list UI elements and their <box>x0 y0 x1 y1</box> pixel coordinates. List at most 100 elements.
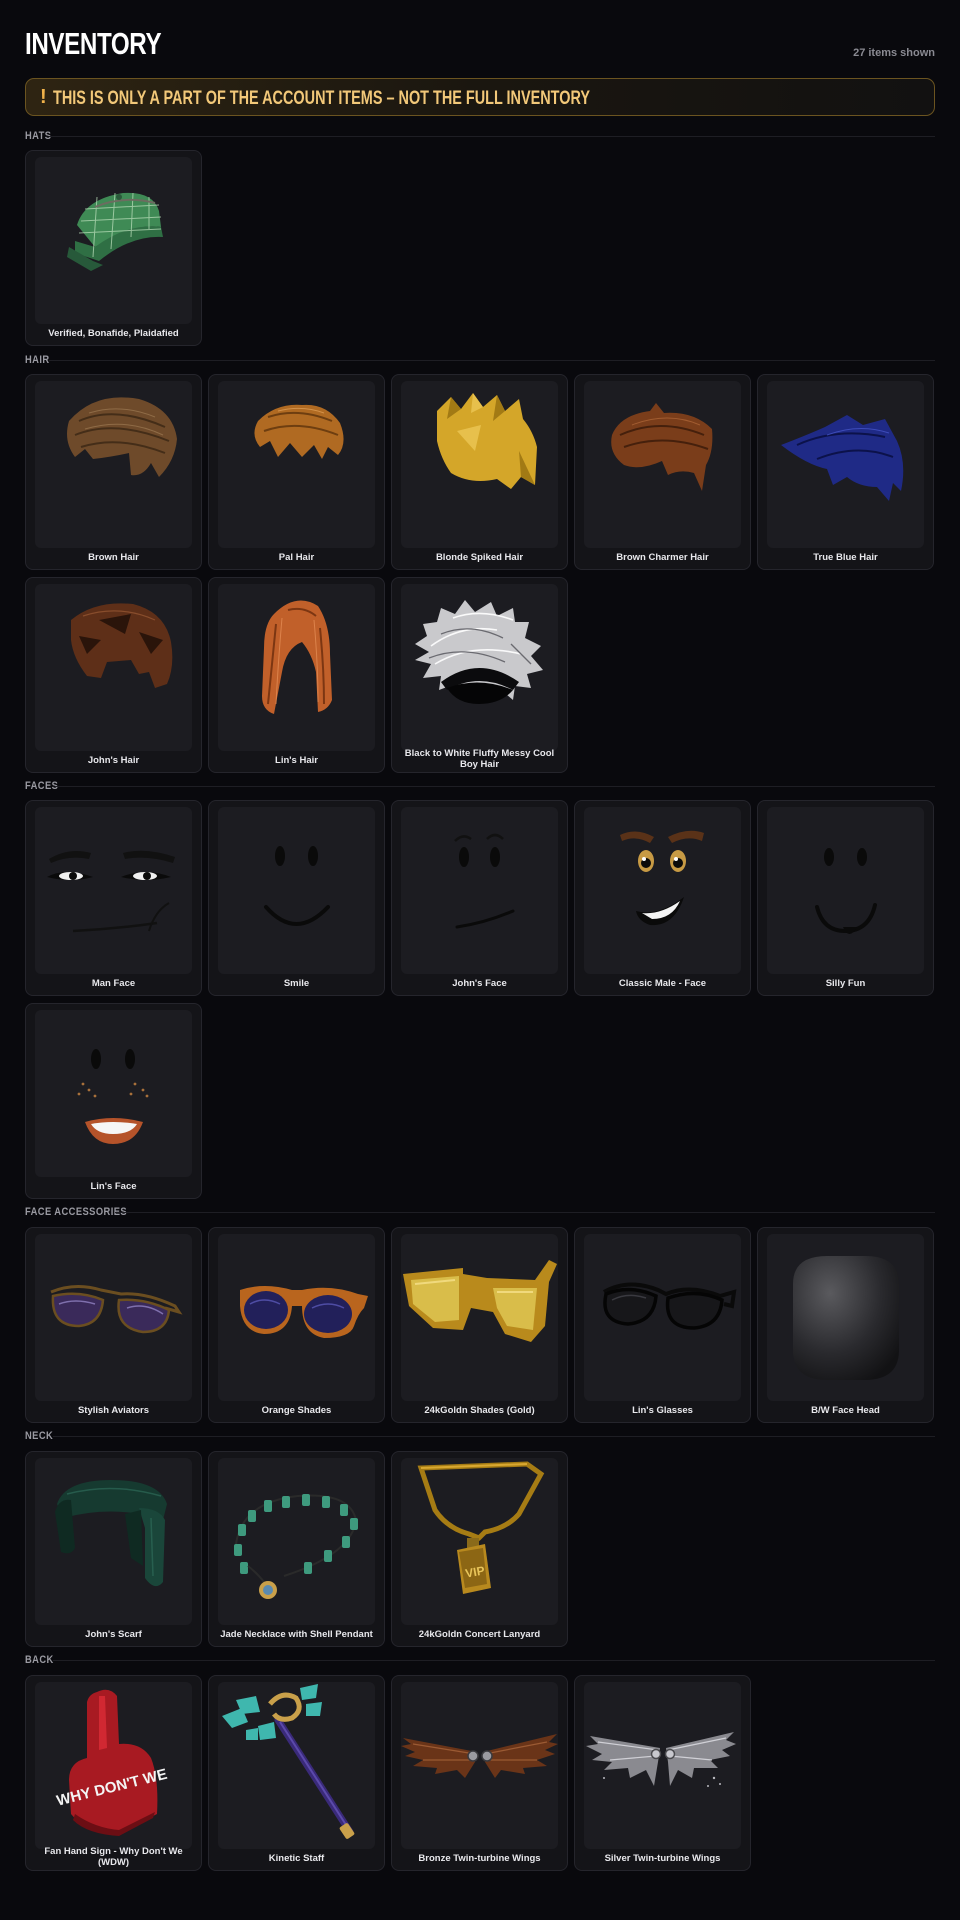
section-label-hats: HATS <box>25 130 52 142</box>
item-name: Orange Shades <box>261 1405 332 1416</box>
item-name: Pal Hair <box>278 552 315 563</box>
section-label-hair: HAIR <box>25 354 50 366</box>
item-card[interactable]: Stylish Aviators <box>25 1227 202 1423</box>
item-thumbnail <box>584 1682 741 1849</box>
section-divider <box>55 786 935 787</box>
item-name: Stylish Aviators <box>77 1405 150 1416</box>
item-card[interactable]: John's Scarf <box>25 1451 202 1647</box>
item-card[interactable]: Classic Male - Face <box>574 800 751 996</box>
warning-text: THIS IS ONLY A PART OF THE ACCOUNT ITEMS… <box>53 88 590 109</box>
item-thumbnail <box>218 807 375 974</box>
item-card[interactable]: Brown Charmer Hair <box>574 374 751 570</box>
item-thumbnail <box>218 584 375 751</box>
item-name: Verified, Bonafide, Plaidafied <box>48 328 179 339</box>
item-thumbnail <box>767 381 924 548</box>
man-face-icon <box>47 850 175 933</box>
section-label-back: BACK <box>25 1654 54 1666</box>
item-thumbnail <box>35 1010 192 1177</box>
item-card[interactable]: Silver Twin-turbine Wings <box>574 1675 751 1871</box>
item-card[interactable]: Verified, Bonafide, Plaidafied <box>25 150 202 346</box>
item-name: Silly Fun <box>825 978 866 989</box>
item-thumbnail <box>767 1234 924 1401</box>
item-thumbnail <box>218 1458 375 1625</box>
item-name: Kinetic Staff <box>268 1853 325 1864</box>
lins-hair-icon <box>262 600 332 714</box>
kinetic-staff-icon <box>222 1684 355 1839</box>
johns-face-icon <box>454 833 515 929</box>
brown-charmer-hair-icon <box>611 403 713 491</box>
item-name: Lin's Hair <box>275 755 318 766</box>
item-card[interactable]: Kinetic Staff <box>208 1675 385 1871</box>
item-card[interactable]: Smile <box>208 800 385 996</box>
fluffy-messy-hair-icon <box>415 600 543 704</box>
item-thumbnail <box>218 381 375 548</box>
true-blue-hair-icon <box>781 415 904 501</box>
item-thumbnail <box>401 807 558 974</box>
section-label-face-accessories: FACE ACCESSORIES <box>25 1206 128 1218</box>
item-name: John's Hair <box>87 755 140 766</box>
item-card[interactable]: Lin's Glasses <box>574 1227 751 1423</box>
item-thumbnail <box>584 1234 741 1401</box>
classic-male-face-icon <box>620 830 704 926</box>
silver-wings-icon <box>586 1732 736 1787</box>
section-divider <box>49 136 935 137</box>
section-divider <box>53 1660 935 1661</box>
item-thumbnail <box>35 807 192 974</box>
orange-shades-icon <box>240 1286 368 1338</box>
item-card[interactable]: Pal Hair <box>208 374 385 570</box>
item-card[interactable]: Silly Fun <box>757 800 934 996</box>
item-card[interactable]: Man Face <box>25 800 202 996</box>
item-name: Lin's Face <box>90 1181 137 1192</box>
item-card[interactable]: John's Hair <box>25 577 202 773</box>
item-thumbnail <box>35 1234 192 1401</box>
item-thumbnail <box>35 1458 192 1625</box>
gold-shades-icon <box>403 1260 557 1342</box>
item-thumbnail <box>584 381 741 548</box>
item-card[interactable]: Jade Necklace with Shell Pendant <box>208 1451 385 1647</box>
section-divider <box>49 360 935 361</box>
item-card[interactable]: Orange Shades <box>208 1227 385 1423</box>
section-divider <box>115 1212 935 1213</box>
brown-hair-icon <box>67 397 177 477</box>
item-card[interactable]: True Blue Hair <box>757 374 934 570</box>
item-count: 27 items shown <box>853 47 935 59</box>
item-card[interactable]: John's Face <box>391 800 568 996</box>
item-name: Jade Necklace with Shell Pendant <box>220 1629 373 1640</box>
item-name: True Blue Hair <box>813 552 878 563</box>
plaid-cap-icon <box>67 192 163 271</box>
item-card[interactable]: VIP 24kGoldn Concert Lanyard <box>391 1451 568 1647</box>
item-card[interactable]: Lin's Face <box>25 1003 202 1199</box>
item-name: John's Face <box>452 978 507 989</box>
jade-necklace-icon <box>234 1494 358 1599</box>
bw-face-head-icon <box>793 1256 899 1380</box>
item-name: Smile <box>283 978 310 989</box>
gold-lanyard-icon: VIP <box>417 1461 545 1594</box>
foam-finger-icon: WHY DON'T WE <box>55 1689 169 1836</box>
item-card[interactable]: Black to White Fluffy Messy Cool Boy Hai… <box>391 577 568 773</box>
item-name: 24kGoldn Shades (Gold) <box>424 1405 535 1416</box>
black-glasses-icon <box>602 1282 737 1330</box>
item-thumbnail <box>584 807 741 974</box>
item-thumbnail <box>218 1234 375 1401</box>
item-card[interactable]: B/W Face Head <box>757 1227 934 1423</box>
item-card[interactable]: Blonde Spiked Hair <box>391 374 568 570</box>
item-name: Brown Charmer Hair <box>616 552 709 563</box>
item-card[interactable]: Brown Hair <box>25 374 202 570</box>
bronze-wings-icon <box>401 1734 558 1778</box>
item-card[interactable]: 24kGoldn Shades (Gold) <box>391 1227 568 1423</box>
item-card[interactable]: Lin's Hair <box>208 577 385 773</box>
item-card[interactable]: WHY DON'T WE Fan Hand Sign - Why Don't W… <box>25 1675 202 1871</box>
lins-face-icon <box>77 1049 149 1144</box>
aviator-sunglasses-icon <box>50 1285 183 1334</box>
pal-hair-icon <box>254 404 344 459</box>
item-name: 24kGoldn Concert Lanyard <box>418 1629 541 1640</box>
section-label-faces: FACES <box>25 780 59 792</box>
item-name: Blonde Spiked Hair <box>435 552 524 563</box>
silly-fun-face-icon <box>815 848 877 934</box>
section-divider <box>53 1436 935 1437</box>
item-thumbnail <box>401 1682 558 1849</box>
item-card[interactable]: Bronze Twin-turbine Wings <box>391 1675 568 1871</box>
item-thumbnail: WHY DON'T WE <box>35 1682 192 1849</box>
item-name: Black to White Fluffy Messy Cool Boy Hai… <box>404 748 555 770</box>
item-thumbnail <box>401 584 558 751</box>
